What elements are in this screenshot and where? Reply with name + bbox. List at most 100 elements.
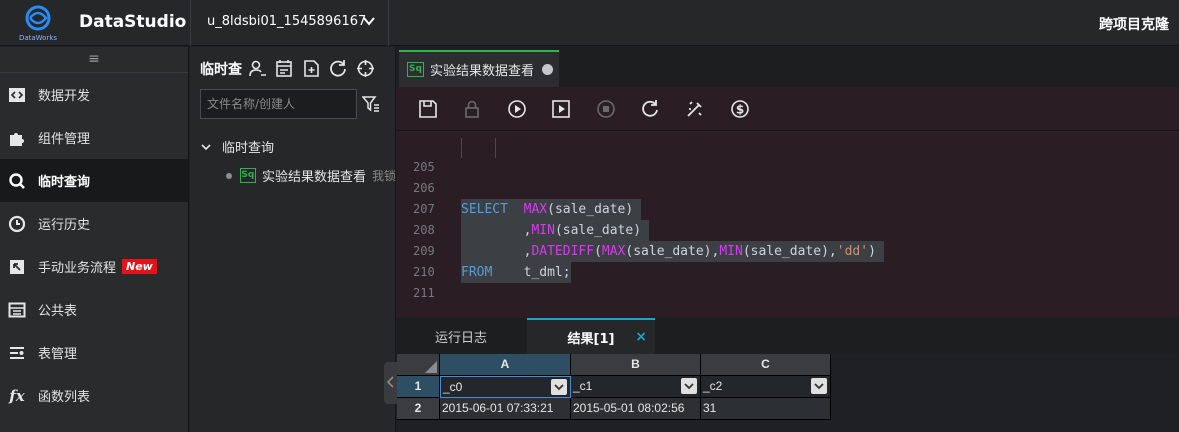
left-nav: ≡ 数据开发 组件管理 临时查询 运行历史 手动业务流程 New 公共表 表管理… (0, 47, 189, 432)
svg-text:$: $ (736, 103, 744, 117)
column-header[interactable]: A (440, 354, 571, 376)
project-selector[interactable]: u_8ldsbi01_1545896167 (190, 0, 389, 46)
app-title: DataStudio (79, 12, 187, 32)
grid-header-cell[interactable]: _c1 (571, 376, 701, 398)
tab-result-1[interactable]: 结果[1] × (527, 318, 655, 354)
dataworks-logo[interactable]: DataWorks (14, 4, 62, 44)
chevron-down-icon (363, 17, 375, 26)
tree-folder-adhoc-query[interactable]: 临时查询 (200, 137, 274, 156)
format-icon[interactable] (684, 98, 706, 120)
close-icon[interactable]: × (635, 329, 647, 345)
logo-text: DataWorks (18, 34, 58, 42)
chevron-down-icon (201, 143, 211, 150)
tree-file-name: 实验结果数据查看 (261, 170, 366, 185)
grid-corner[interactable] (397, 354, 440, 376)
tree-folder-label: 临时查询 (222, 141, 275, 156)
status-dot (226, 172, 232, 179)
nav-item-table-management[interactable]: 表管理 (0, 331, 188, 374)
refresh-icon[interactable] (329, 59, 348, 78)
nav-item-run-history[interactable]: 运行历史 (0, 202, 188, 245)
table-icon (8, 301, 26, 319)
code-icon (8, 86, 26, 104)
cost-estimate-icon[interactable]: $ (729, 98, 751, 120)
cell-text: _c0 (443, 380, 463, 394)
nav-item-label: 数据开发 (38, 89, 91, 104)
tab-run-log[interactable]: 运行日志 (397, 318, 525, 354)
unsaved-dot-icon[interactable] (542, 64, 554, 75)
run-with-params-icon[interactable] (550, 98, 572, 120)
line-number: 211 (413, 286, 435, 300)
editor-toolbar: $ (397, 87, 1179, 131)
chevron-down-icon[interactable] (681, 378, 697, 394)
row-header[interactable]: 1 (397, 376, 440, 398)
grid-header-cell[interactable]: _c2 (701, 376, 831, 398)
top-bar: DataWorks DataStudio u_8ldsbi01_15458961… (0, 0, 1179, 46)
manual-flow-icon (8, 258, 26, 276)
code-line: 210 (397, 241, 1179, 279)
file-search-input[interactable] (201, 90, 356, 118)
new-file-icon[interactable] (302, 59, 321, 78)
file-search-box[interactable] (200, 89, 357, 119)
grid-data-cell[interactable]: 2015-06-01 07:33:21 (440, 398, 571, 420)
nav-item-label: 函数列表 (38, 390, 91, 405)
user-icon[interactable] (248, 59, 267, 78)
column-header[interactable]: C (701, 354, 831, 376)
code-line: 209 FROM t_dml; (397, 220, 1179, 283)
row-header[interactable]: 2 (397, 398, 440, 420)
filter-icon[interactable] (362, 95, 380, 113)
locate-icon[interactable] (356, 59, 375, 78)
stop-icon (595, 98, 617, 120)
lock-icon (461, 98, 483, 120)
run-icon[interactable] (506, 98, 528, 120)
sql-file-icon: Sq (407, 62, 424, 77)
save-icon[interactable] (417, 98, 439, 120)
tree-file-owner: 我锁 (371, 169, 396, 183)
nav-item-manual-flow[interactable]: 手动业务流程 New (0, 245, 188, 288)
editor-file-tab[interactable]: Sq 实验结果数据查看 (399, 50, 559, 87)
sql-editor[interactable]: 205 206 SELECT MAX(sale_date) 207 ,MIN(s… (397, 131, 1179, 318)
code-line: 208 ,DATEDIFF(MAX(sale_date),MIN(sale_da… (397, 199, 1179, 262)
nav-item-components[interactable]: 组件管理 (0, 116, 188, 159)
nav-item-public-tables[interactable]: 公共表 (0, 288, 188, 331)
chevron-down-icon[interactable] (551, 379, 567, 395)
grid-data-cell[interactable]: 2015-05-01 08:02:56 (571, 398, 701, 420)
panel-toolbar (248, 59, 375, 78)
query-file-panel: 临时查 临时查询 Sq 实验结果数据查看 我锁 (190, 47, 396, 432)
dataworks-logo-icon (25, 5, 51, 31)
reload-icon[interactable] (639, 98, 661, 120)
grid-data-cell[interactable]: 31 (701, 398, 831, 420)
cross-project-clone-link[interactable]: 跨项目克隆 (1099, 14, 1169, 34)
nav-item-label: 表管理 (38, 347, 78, 362)
new-badge: New (122, 259, 157, 274)
tree-file-item[interactable]: Sq 实验结果数据查看 我锁 (226, 166, 396, 185)
nav-item-data-dev[interactable]: 数据开发 (0, 73, 188, 116)
nav-item-label: 手动业务流程 (38, 261, 117, 276)
panel-collapse-handle[interactable] (384, 362, 398, 404)
code-line: 206 SELECT MAX(sale_date) (397, 157, 1179, 220)
tab-label: 结果[1] (567, 331, 615, 347)
project-name: u_8ldsbi01_1545896167 (207, 14, 367, 29)
result-tab-strip: 运行日志 结果[1] × (397, 318, 1179, 354)
function-icon: fx (9, 386, 25, 405)
tab-label: 运行日志 (434, 330, 487, 346)
nav-collapse-button[interactable]: ≡ (0, 47, 188, 73)
grid-header-cell[interactable]: _c0 (440, 376, 571, 398)
nav-item-label: 临时查询 (38, 175, 91, 190)
chevron-down-icon[interactable] (811, 378, 827, 394)
calendar-filter-icon[interactable] (275, 59, 294, 78)
chevron-left-icon (386, 376, 394, 388)
cell-text: _c1 (573, 379, 593, 393)
code-line: 207 ,MIN(sale_date) (397, 178, 1179, 241)
search-icon (8, 172, 26, 190)
puzzle-icon (8, 129, 26, 147)
nav-item-label: 公共表 (38, 304, 78, 319)
result-grid: A B C 1 _c0 _c1 _c2 2 2015-06-01 07:33:2… (397, 354, 1179, 432)
nav-item-label: 运行历史 (38, 218, 91, 233)
nav-item-label: 组件管理 (38, 132, 91, 147)
cell-text: _c2 (703, 379, 723, 393)
code-line: 211 (397, 262, 1179, 300)
column-header[interactable]: B (571, 354, 701, 376)
nav-item-function-list[interactable]: fx 函数列表 (0, 374, 188, 417)
nav-item-adhoc-query[interactable]: 临时查询 (0, 159, 188, 202)
editor-tab-strip: Sq 实验结果数据查看 (397, 47, 1179, 87)
